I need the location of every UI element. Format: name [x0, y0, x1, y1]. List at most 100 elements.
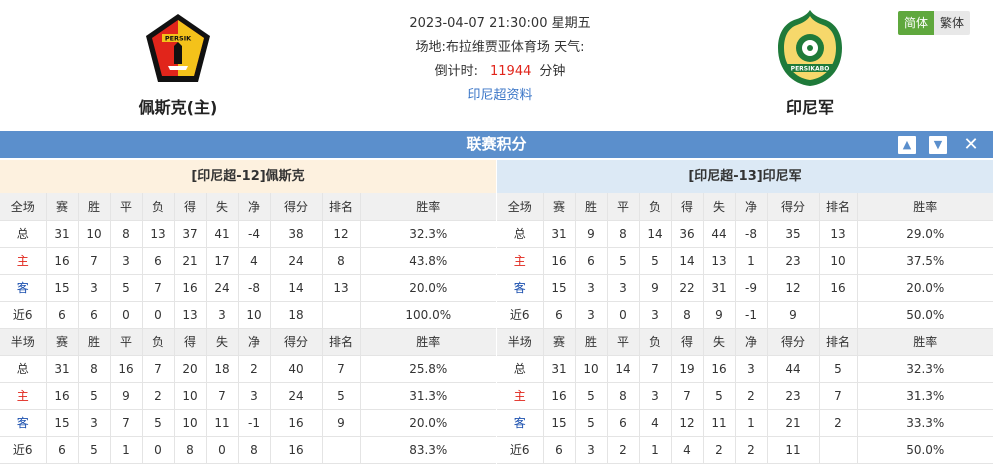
section-title: 联赛积分	[466, 135, 527, 153]
table-cell: 5	[575, 409, 608, 437]
table-cell: 3	[78, 409, 111, 437]
table-cell: 31	[703, 274, 736, 302]
countdown-unit: 分钟	[539, 64, 566, 79]
lang-traditional-button[interactable]: 繁体	[934, 11, 970, 35]
table-cell: 9	[322, 409, 361, 437]
table-cell: 17	[206, 247, 239, 275]
column-header: 胜率	[360, 328, 496, 356]
column-header: 胜率	[857, 193, 993, 221]
table-cell: -9	[735, 274, 768, 302]
table-cell: 100.0%	[360, 301, 496, 329]
table-row: 总 31 10 8 13 37 41 -4 38 12 32.3%	[0, 220, 496, 248]
table-cell: 41	[206, 220, 239, 248]
table-cell: 11	[703, 409, 736, 437]
table-cell: 31	[543, 355, 576, 383]
table-cell: 1	[639, 436, 672, 464]
home-team-name: 佩斯克(主)	[138, 98, 218, 117]
table-cell: -4	[238, 220, 271, 248]
row-label: 主	[497, 247, 544, 275]
half-header-row: 半场赛胜平负得失净得分 排名 胜率	[497, 328, 993, 356]
table-cell: 12	[767, 274, 820, 302]
table-cell: 5	[575, 382, 608, 410]
row-label: 近6	[497, 436, 544, 464]
table-cell: 16	[174, 274, 207, 302]
home-team[interactable]: PERSIK 佩斯克(主)	[98, 8, 258, 118]
table-cell: 20.0%	[360, 409, 496, 437]
column-header: 排名	[819, 328, 858, 356]
table-cell: 36	[671, 220, 704, 248]
table-cell: 31	[543, 220, 576, 248]
table-cell: 6	[607, 409, 640, 437]
table-row: 近6 6 3 2 1 4 2 2 11 50.0%	[497, 436, 993, 464]
league-info-link[interactable]: 印尼超资料	[467, 88, 532, 103]
table-cell: 3	[575, 301, 608, 329]
table-cell: 8	[78, 355, 111, 383]
table-cell: 43.8%	[360, 247, 496, 275]
home-standings-panel: [印尼超-12]佩斯克 全场赛胜平负得失净得分 排名 胜率总 31 10 8 13 37 41-…	[0, 160, 496, 464]
column-header: 平	[110, 328, 143, 356]
row-label: 客	[0, 409, 47, 437]
column-header: 平	[110, 193, 143, 221]
table-cell: 9	[575, 220, 608, 248]
column-header: 负	[142, 193, 175, 221]
table-cell: 7	[671, 382, 704, 410]
column-header: 赛	[46, 193, 79, 221]
countdown-label: 倒计时:	[434, 64, 478, 79]
close-icon[interactable]: ✕	[961, 135, 981, 155]
column-header: 得	[671, 328, 704, 356]
table-cell: -8	[238, 274, 271, 302]
column-header: 全场	[497, 193, 544, 221]
table-cell: 0	[206, 436, 239, 464]
table-cell: 0	[110, 301, 143, 329]
column-header: 净	[735, 328, 768, 356]
table-cell: 7	[78, 247, 111, 275]
table-cell: 18	[206, 355, 239, 383]
table-cell: 6	[78, 301, 111, 329]
table-cell: 22	[671, 274, 704, 302]
row-label: 主	[497, 382, 544, 410]
lang-simplified-button[interactable]: 简体	[898, 11, 934, 35]
table-cell: 1	[735, 409, 768, 437]
table-cell: 10	[238, 301, 271, 329]
column-header: 排名	[322, 328, 361, 356]
table-cell: 37.5%	[857, 247, 993, 275]
row-label: 近6	[0, 436, 47, 464]
table-cell: 20.0%	[360, 274, 496, 302]
table-cell: 10	[819, 247, 858, 275]
table-cell: 13	[174, 301, 207, 329]
away-team[interactable]: PERSIKABO 印尼军	[730, 8, 890, 118]
arrow-down-icon[interactable]: ▼	[929, 136, 947, 154]
table-cell: 7	[142, 274, 175, 302]
table-cell: 5	[142, 409, 175, 437]
table-cell: 10	[575, 355, 608, 383]
match-info: 2023-04-07 21:30:00 星期五 场地:布拉维贾亚体育场 天气: …	[340, 14, 660, 110]
table-cell: 50.0%	[857, 301, 993, 329]
table-row: 总 31 8 16 7 20 18 2 40 7 25.8%	[0, 355, 496, 383]
column-header: 负	[639, 328, 672, 356]
table-cell: 31.3%	[360, 382, 496, 410]
column-header: 半场	[497, 328, 544, 356]
table-cell	[322, 301, 361, 329]
away-standings-table: 全场赛胜平负得失净得分 排名 胜率总 31 9 8 14 36 44 -8 35 13 29.0% 主 16…	[497, 193, 993, 464]
table-cell: 5	[819, 355, 858, 383]
table-cell: 6	[543, 436, 576, 464]
table-cell: 32.3%	[857, 355, 993, 383]
table-cell: 1	[735, 247, 768, 275]
arrow-up-icon[interactable]: ▲	[898, 136, 916, 154]
table-cell: 44	[767, 355, 820, 383]
table-cell: 3	[575, 274, 608, 302]
table-row: 客 15 3 5 7 16 24 -8 14 13 20.0%	[0, 274, 496, 302]
table-cell: 8	[238, 436, 271, 464]
table-cell: 8	[607, 220, 640, 248]
home-team-logo-icon: PERSIK	[146, 14, 210, 82]
column-header: 得	[174, 193, 207, 221]
row-label: 主	[0, 382, 47, 410]
table-cell: 8	[607, 382, 640, 410]
table-cell: 5	[78, 436, 111, 464]
standings-section-bar: 联赛积分 ▲ ▼ ✕	[0, 131, 993, 158]
venue-label: 场地:	[415, 40, 446, 55]
table-cell: 14	[607, 355, 640, 383]
table-cell: 16	[46, 382, 79, 410]
column-header: 失	[206, 193, 239, 221]
column-header: 负	[639, 193, 672, 221]
